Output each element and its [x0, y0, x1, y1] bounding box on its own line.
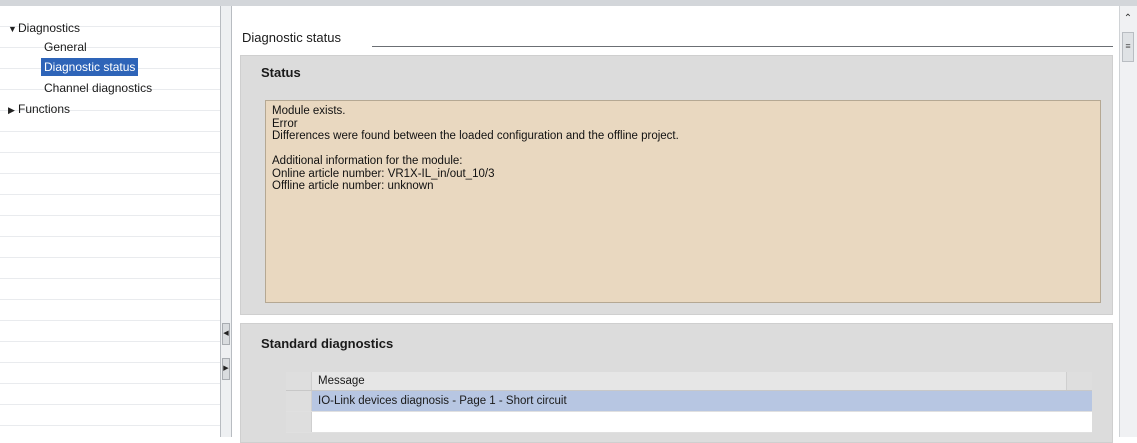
status-line: Online article number: VR1X-IL_in/out_10…: [272, 167, 495, 180]
tree-item-channel-diagnostics[interactable]: Channel diagnostics: [41, 79, 155, 97]
table-row[interactable]: IO-Link devices diagnosis - Page 1 - Sho…: [286, 391, 1092, 412]
scroll-up-icon[interactable]: ⌃: [1121, 12, 1135, 26]
tree-item-label: Channel diagnostics: [44, 81, 153, 95]
main-content: Diagnostic status Status Module exists. …: [232, 6, 1119, 443]
status-line: [272, 143, 1094, 156]
tree-item-functions[interactable]: ▶ Functions: [8, 100, 70, 118]
row-gutter: [286, 412, 312, 432]
standard-diagnostics-title: Standard diagnostics: [261, 336, 394, 351]
status-line: Module exists.: [272, 105, 346, 117]
status-line: Additional information for the module:: [272, 155, 463, 167]
tree-item-label: Functions: [18, 102, 71, 116]
tree-item-label: Diagnostics: [18, 21, 81, 35]
status-line: Error: [272, 117, 298, 130]
section-divider: [372, 46, 1113, 47]
status-panel-title: Status: [261, 65, 301, 80]
collapsed-arrow-icon[interactable]: ▶: [8, 101, 18, 119]
status-line: Differences were found between the loade…: [272, 130, 679, 142]
section-title: Diagnostic status: [242, 28, 349, 48]
column-header-message[interactable]: Message: [318, 372, 365, 390]
expanded-arrow-icon[interactable]: ▼: [8, 20, 18, 38]
row-gutter: [286, 391, 312, 411]
tree-item-diagnostics[interactable]: ▼Diagnostics: [8, 19, 80, 37]
column-end-cell: [1066, 372, 1092, 390]
status-line: Offline article number: unknown: [272, 180, 434, 192]
tree-item-general[interactable]: General: [41, 38, 90, 56]
panel-splitter[interactable]: ◀ ▶: [220, 6, 232, 437]
tree-item-diagnostic-status[interactable]: Diagnostic status: [41, 58, 139, 76]
table-header: Message: [286, 372, 1092, 391]
expand-right-icon[interactable]: ▶: [222, 358, 230, 380]
status-panel: Status Module exists. Error Differences …: [240, 55, 1113, 315]
diagnostics-table: Message IO-Link devices diagnosis - Page…: [286, 372, 1092, 433]
tree-item-label: Diagnostic status: [44, 60, 136, 74]
standard-diagnostics-panel: Standard diagnostics Message IO-Link dev…: [240, 323, 1113, 443]
scroll-thumb[interactable]: ≡: [1122, 32, 1134, 62]
collapse-left-icon[interactable]: ◀: [222, 323, 230, 345]
tree-item-label: General: [44, 40, 87, 54]
vertical-scrollbar[interactable]: ⌃ ≡: [1119, 6, 1137, 437]
row-header-gutter: [286, 372, 312, 390]
table-row[interactable]: [286, 412, 1092, 433]
status-text-box: Module exists. Error Differences were fo…: [265, 100, 1101, 303]
navigation-tree: ▼Diagnostics General Diagnostic status C…: [0, 6, 220, 437]
row-message: IO-Link devices diagnosis - Page 1 - Sho…: [318, 395, 567, 407]
